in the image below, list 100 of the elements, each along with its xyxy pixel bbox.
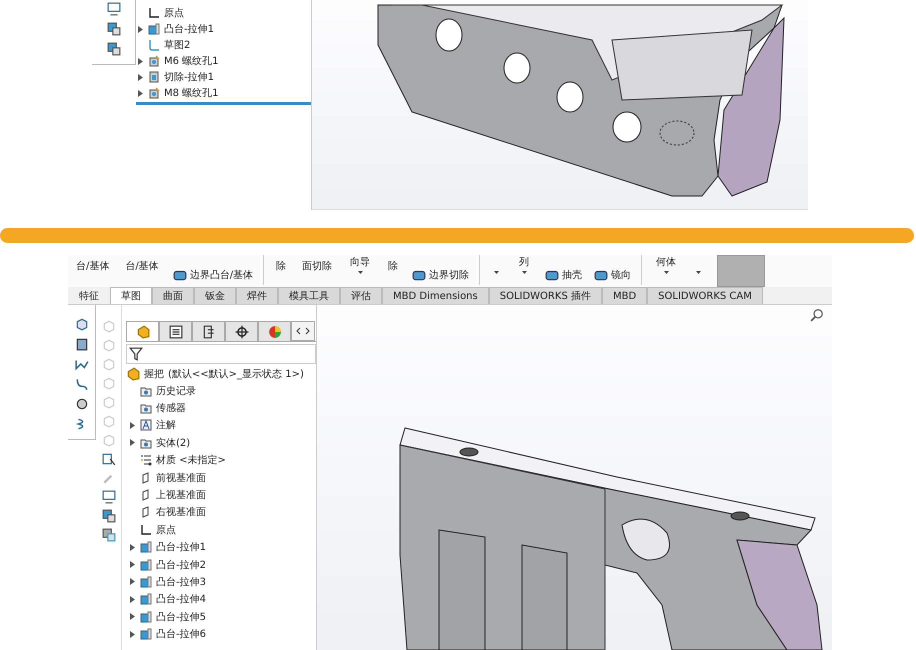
command-tab[interactable]: MBD — [602, 287, 648, 304]
ribbon-command[interactable]: 面切除 — [302, 261, 332, 273]
tree-item-label: 传感器 — [156, 402, 186, 416]
ribbon-command[interactable]: 向导 — [350, 257, 370, 269]
extrude-feature-icon — [140, 628, 152, 640]
tree-item[interactable]: M6 螺纹孔1 — [136, 53, 311, 69]
extrude-feature-icon — [140, 610, 152, 623]
feature-icon — [172, 268, 187, 282]
tree-item[interactable]: 凸台-拉伸4 — [128, 591, 206, 608]
command-tab[interactable]: SOLIDWORKS 插件 — [488, 287, 602, 304]
dropdown-caret-icon[interactable] — [696, 271, 702, 274]
command-tab[interactable]: 模具工具 — [278, 287, 340, 304]
dropdown-caret-icon[interactable] — [522, 271, 527, 274]
tree-item[interactable]: 凸台-拉伸6 — [128, 626, 206, 642]
tree-item[interactable]: 凸台-拉伸5 — [128, 608, 206, 625]
dropdown-caret-icon[interactable] — [664, 271, 669, 274]
dropdown-caret-icon[interactable] — [494, 271, 500, 274]
panel-tab[interactable] — [225, 321, 258, 341]
command-tab[interactable]: MBD Dimensions — [382, 287, 489, 304]
expand-arrow-icon[interactable] — [130, 578, 134, 586]
expand-arrow-icon[interactable] — [138, 90, 142, 96]
tree-item[interactable]: 上视基准面 — [128, 487, 206, 504]
tree-item[interactable]: 凸台-拉伸3 — [128, 574, 206, 590]
tree-item-label: 凸台-拉伸5 — [156, 610, 206, 624]
tree-item[interactable]: 材质 <未指定> — [128, 452, 226, 468]
expand-arrow-icon[interactable] — [130, 439, 134, 446]
tree-item[interactable]: 凸台-拉伸1 — [128, 539, 206, 556]
tree-item[interactable]: 草图2 — [136, 37, 311, 53]
curve-icon[interactable] — [74, 377, 88, 391]
panel-tab[interactable] — [192, 321, 225, 341]
tree-item-label: 右视基准面 — [156, 506, 206, 520]
tree-item[interactable]: 凸台-拉伸2 — [128, 556, 206, 573]
scroll-arrows-button[interactable] — [291, 321, 315, 341]
ribbon-command[interactable]: 台/基体 — [125, 261, 159, 273]
tree-item[interactable]: 原点 — [136, 5, 311, 21]
part-icon[interactable] — [74, 397, 88, 411]
extrude-feature-icon — [140, 576, 152, 588]
tree-item-label: 注解 — [156, 418, 176, 432]
expand-arrow-icon[interactable] — [130, 561, 134, 568]
display-icon[interactable] — [102, 490, 116, 504]
ribbon-command[interactable]: 边界切除 — [412, 268, 470, 282]
command-tab[interactable]: 曲面 — [152, 287, 194, 304]
select-icon[interactable] — [102, 452, 116, 466]
hole-feature-icon — [148, 87, 160, 99]
extrude-feature-icon — [140, 541, 152, 554]
tree-item[interactable]: 实体(2) — [128, 434, 190, 451]
part-icon[interactable] — [106, 22, 120, 36]
extrude-feature-icon — [148, 23, 160, 35]
color-wheel-icon — [268, 324, 282, 338]
ribbon-command[interactable]: 列 — [519, 257, 530, 269]
command-tab[interactable]: 草图 — [110, 287, 152, 304]
command-tab[interactable]: 焊件 — [236, 287, 278, 304]
ribbon-command[interactable]: 台/基体 — [76, 261, 110, 273]
ribbon-command[interactable]: 抽壳 — [545, 268, 582, 282]
material-icon — [140, 454, 152, 466]
feature-icon — [594, 268, 608, 282]
crosshair-icon — [234, 324, 248, 338]
ribbon-command[interactable]: 何体 — [656, 257, 676, 269]
tree-item[interactable]: 切除-拉伸1 — [136, 69, 311, 85]
dropdown-caret-icon[interactable] — [358, 271, 363, 274]
tree-item[interactable]: 右视基准面 — [128, 504, 206, 520]
expand-arrow-icon[interactable] — [138, 74, 142, 80]
expand-arrow-icon[interactable] — [138, 58, 142, 64]
command-tab[interactable]: 钣金 — [194, 287, 236, 304]
view-cube-icon[interactable] — [74, 317, 88, 331]
command-tab[interactable]: SOLIDWORKS CAM — [647, 287, 763, 304]
ribbon-command[interactable]: 边界凸台/基体 — [172, 268, 254, 282]
expand-arrow-icon[interactable] — [138, 26, 142, 32]
expand-arrow-icon[interactable] — [130, 630, 134, 638]
tree-item[interactable]: 历史记录 — [128, 382, 196, 399]
folder-icon — [140, 384, 152, 397]
expand-arrow-icon[interactable] — [130, 422, 134, 429]
tree-item-label: 凸台-拉伸1 — [156, 540, 206, 554]
zoom-icon[interactable] — [810, 308, 824, 322]
configuration-label: (默认<<默认>_显示状态 1>) — [168, 368, 304, 381]
origin-icon — [140, 524, 152, 536]
tree-item-label: 凸台-拉伸6 — [156, 628, 206, 642]
tree-item[interactable]: 原点 — [128, 522, 176, 538]
part-icon[interactable] — [106, 42, 120, 56]
expand-arrow-icon[interactable] — [130, 613, 134, 620]
display-icon[interactable] — [106, 2, 120, 16]
tree-item[interactable]: 凸台-拉伸1 — [136, 21, 311, 37]
command-tab[interactable]: 评估 — [340, 287, 382, 304]
filter-field[interactable] — [126, 344, 316, 364]
part-icon[interactable] — [102, 509, 116, 523]
ribbon-command[interactable]: 镜向 — [594, 268, 632, 282]
extrude-icon[interactable] — [74, 337, 88, 351]
tree-item[interactable]: M8 螺纹孔1 — [136, 85, 311, 101]
tree-item[interactable]: 传感器 — [128, 400, 186, 416]
panel-tab[interactable] — [159, 321, 192, 341]
tree-item[interactable]: 握把 (默认<<默认>_显示状态 1>) — [126, 366, 316, 382]
expand-arrow-icon[interactable] — [130, 544, 134, 551]
tree-item-label: 原点 — [164, 6, 184, 20]
ribbon-command[interactable]: 除 — [388, 261, 398, 273]
tree-item[interactable]: 前视基准面 — [128, 470, 206, 486]
expand-arrow-icon[interactable] — [130, 596, 134, 603]
tree-item-label: 草图2 — [164, 38, 190, 52]
ribbon-command[interactable]: 除 — [276, 261, 286, 273]
part-icon[interactable] — [102, 528, 116, 542]
tree-item[interactable]: 注解 — [128, 417, 176, 434]
